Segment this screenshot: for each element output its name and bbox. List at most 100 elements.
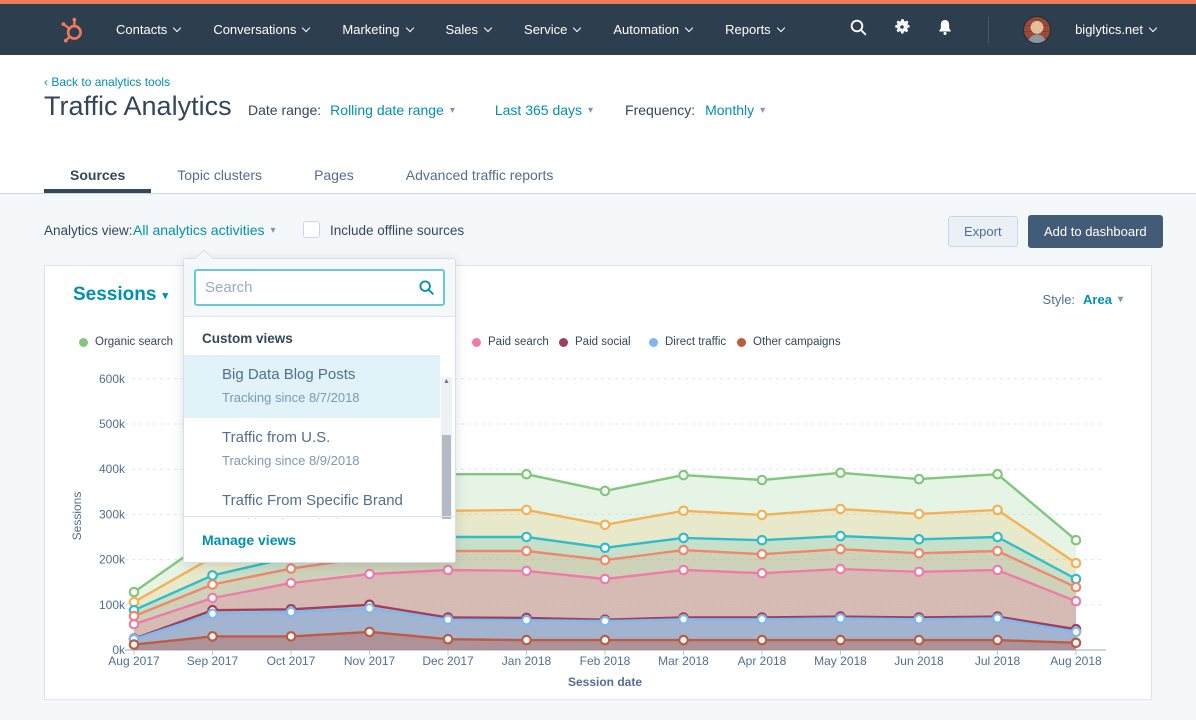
view-item-big-data-blog-posts[interactable]: Big Data Blog Posts Tracking since 8/7/20…: [184, 355, 440, 418]
chevron-down-icon: [484, 24, 492, 32]
legend-item-paid-search[interactable]: Paid search: [472, 336, 549, 348]
style-label: Style:: [1043, 292, 1076, 307]
legend-label: Other campaigns: [753, 336, 841, 348]
nav-menu-label: Reports: [725, 22, 771, 37]
view-item-traffic-from-specific-brand[interactable]: Traffic From Specific BrandTracking sinc…: [184, 481, 440, 519]
svg-text:Sessions: Sessions: [70, 492, 84, 541]
metric-dropdown[interactable]: Sessions▾: [73, 284, 168, 306]
chevron-down-icon: [302, 24, 310, 32]
caret-down-icon: ▾: [760, 105, 765, 116]
view-item-subtitle: Tracking since 8/7/2018: [222, 390, 430, 405]
include-offline-sources-checkbox[interactable]: [303, 221, 320, 238]
settings-gear-icon[interactable]: [892, 17, 912, 42]
caret-down-icon: ▾: [271, 225, 276, 236]
manage-views-link[interactable]: Manage views: [202, 532, 296, 548]
nav-menu-marketing[interactable]: Marketing: [342, 22, 412, 37]
account-name: biglytics.net: [1075, 22, 1143, 37]
legend-dot-icon: [737, 338, 746, 347]
svg-text:600k: 600k: [99, 372, 126, 386]
frequency-dropdown[interactable]: Monthly▾: [705, 102, 765, 118]
caret-down-icon: ▾: [450, 105, 455, 116]
svg-text:Jul 2018: Jul 2018: [975, 654, 1021, 668]
svg-text:Mar 2018: Mar 2018: [658, 654, 709, 668]
style-dropdown[interactable]: Area▾: [1083, 292, 1123, 307]
nav-menu-label: Marketing: [342, 22, 399, 37]
user-avatar[interactable]: [1023, 16, 1051, 44]
nav-menu-contacts[interactable]: Contacts: [116, 22, 180, 37]
nav-menu-label: Conversations: [213, 22, 296, 37]
caret-down-icon: ▾: [588, 105, 593, 116]
legend-label: Direct traffic: [665, 336, 726, 348]
legend-item-direct-traffic[interactable]: Direct traffic: [649, 336, 726, 348]
view-item-title: Big Data Blog Posts: [222, 366, 430, 383]
legend-dot-icon: [79, 338, 88, 347]
view-search-wrap: [184, 259, 455, 317]
dropdown-footer: Manage views: [184, 516, 455, 562]
view-item-title: Traffic From Specific Brand: [222, 492, 430, 509]
date-range-value-dropdown[interactable]: Last 365 days▾: [495, 102, 593, 118]
hubspot-logo-icon[interactable]: [58, 16, 86, 44]
caret-down-icon: ▾: [1118, 294, 1123, 305]
svg-text:400k: 400k: [99, 462, 126, 476]
tab-sources[interactable]: Sources: [44, 156, 151, 193]
caret-down-icon: ▾: [162, 289, 168, 302]
svg-text:May 2018: May 2018: [814, 654, 867, 668]
view-item-traffic-from-u-s-[interactable]: Traffic from U.S.Tracking since 8/9/2018: [184, 418, 440, 481]
nav-menu-label: Contacts: [116, 22, 167, 37]
svg-text:Aug 2017: Aug 2017: [108, 654, 160, 668]
chart-style-row: Style: Area▾: [1043, 292, 1123, 307]
tab-advanced-traffic-reports[interactable]: Advanced traffic reports: [380, 156, 580, 193]
svg-text:500k: 500k: [99, 417, 126, 431]
legend-dot-icon: [559, 338, 568, 347]
legend-item-organic-search[interactable]: Organic search: [79, 336, 173, 348]
search-icon[interactable]: [418, 279, 435, 301]
analytics-view-dropdown[interactable]: All analytics activities▾: [133, 222, 276, 238]
svg-text:Sep 2017: Sep 2017: [187, 654, 239, 668]
analytics-view-dropdown-panel: Custom views Big Data Blog Posts Tracking…: [183, 258, 456, 563]
tab-topic-clusters[interactable]: Topic clusters: [151, 156, 288, 193]
account-menu[interactable]: biglytics.net: [1075, 22, 1156, 37]
date-range-label: Date range:: [248, 102, 321, 118]
svg-text:300k: 300k: [99, 507, 126, 521]
view-item-subtitle: Tracking since 8/9/2018: [222, 453, 430, 468]
nav-menu-reports[interactable]: Reports: [725, 22, 784, 37]
chevron-down-icon: [173, 24, 181, 32]
chevron-down-icon: [405, 24, 413, 32]
analytics-view-label: Analytics view:: [44, 223, 133, 238]
nav-menu-service[interactable]: Service: [524, 22, 580, 37]
svg-text:Apr 2018: Apr 2018: [738, 654, 787, 668]
legend-item-other-campaigns[interactable]: Other campaigns: [737, 336, 841, 348]
chevron-down-icon: [776, 24, 784, 32]
nav-menu-label: Automation: [613, 22, 679, 37]
chevron-down-icon: [685, 24, 693, 32]
chevron-down-icon: [573, 24, 581, 32]
dropdown-scrollbar[interactable]: ▲ ▼: [441, 377, 452, 519]
svg-text:Oct 2017: Oct 2017: [267, 654, 316, 668]
export-button[interactable]: Export: [948, 216, 1018, 247]
add-to-dashboard-button[interactable]: Add to dashboard: [1028, 215, 1163, 248]
search-icon[interactable]: [849, 18, 868, 42]
view-search-input[interactable]: [194, 269, 445, 306]
chevron-down-icon: [1149, 24, 1157, 32]
page-header: ‹ Back to analytics tools Traffic Analyt…: [0, 55, 1196, 194]
custom-views-list: Custom views Big Data Blog Posts Tracking…: [184, 317, 455, 519]
svg-text:Session date: Session date: [568, 675, 642, 689]
date-range-type-dropdown[interactable]: Rolling date range▾: [330, 102, 455, 118]
nav-menu-label: Service: [524, 22, 567, 37]
main-navigation: Contacts Conversations Marketing Sales Servi…: [0, 4, 1196, 55]
tab-pages[interactable]: Pages: [288, 156, 380, 193]
nav-menu-sales[interactable]: Sales: [446, 22, 492, 37]
scroll-up-icon[interactable]: ▲: [441, 378, 452, 385]
include-offline-sources-label: Include offline sources: [330, 223, 464, 238]
legend-item-paid-social[interactable]: Paid social: [559, 336, 631, 348]
custom-views-group-label: Custom views: [184, 317, 455, 355]
tab-bar: SourcesTopic clustersPagesAdvanced traff…: [44, 156, 579, 193]
svg-text:Feb 2018: Feb 2018: [580, 654, 631, 668]
back-to-analytics-link[interactable]: ‹ Back to analytics tools: [44, 75, 170, 89]
scrollbar-thumb[interactable]: [442, 435, 451, 519]
notifications-bell-icon[interactable]: [936, 18, 954, 42]
nav-menu-group: Contacts Conversations Marketing Sales Servi…: [116, 22, 817, 37]
svg-text:Aug 2018: Aug 2018: [1050, 654, 1102, 668]
nav-menu-automation[interactable]: Automation: [613, 22, 692, 37]
nav-menu-conversations[interactable]: Conversations: [213, 22, 309, 37]
